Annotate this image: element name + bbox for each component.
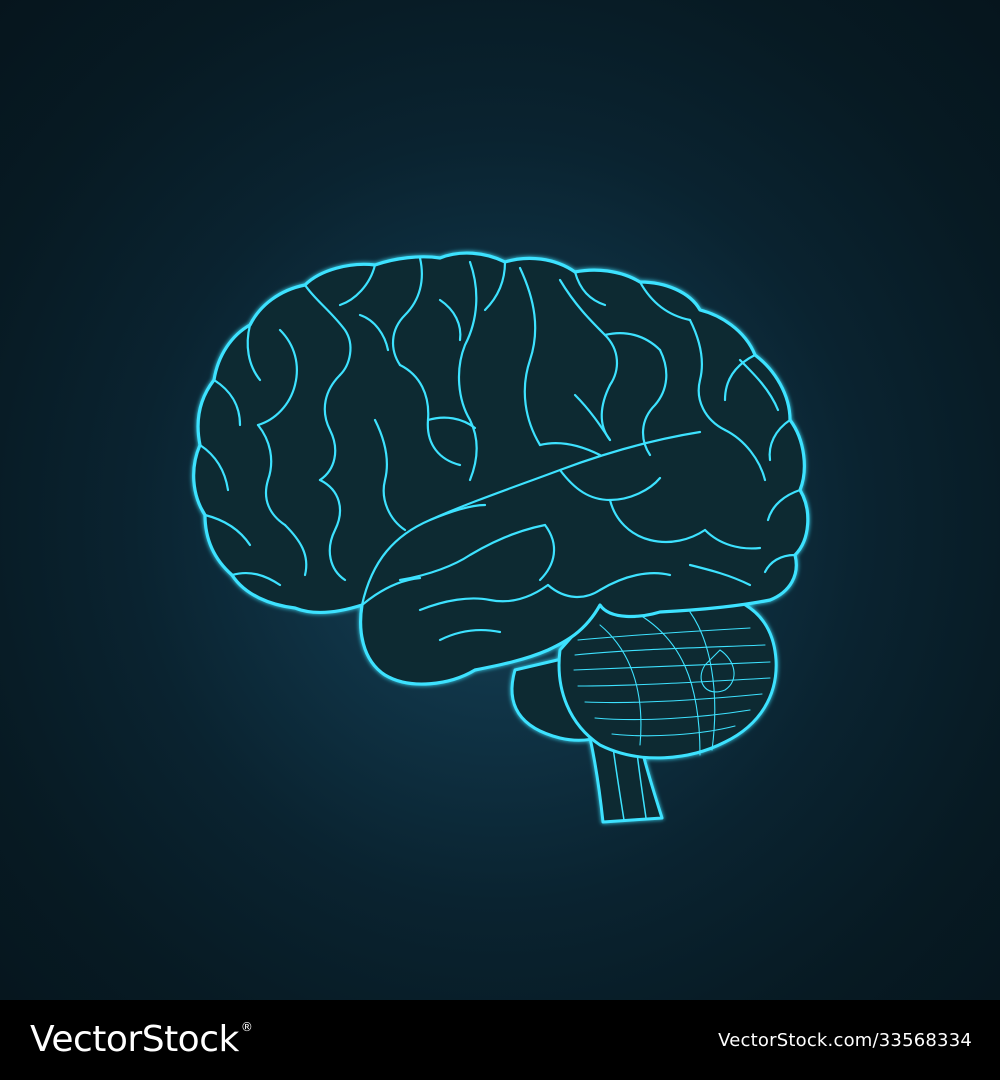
illustration-canvas [0, 0, 1000, 1000]
registered-mark: ® [240, 1020, 253, 1034]
image-url: VectorStock.com/33568334 [718, 1029, 972, 1051]
brand-logo: VectorStock ® [30, 1019, 253, 1060]
brain-illustration [192, 251, 810, 824]
brand-name: VectorStock [30, 1019, 239, 1060]
footer-bar: VectorStock ® VectorStock.com/33568334 [0, 1000, 1000, 1080]
